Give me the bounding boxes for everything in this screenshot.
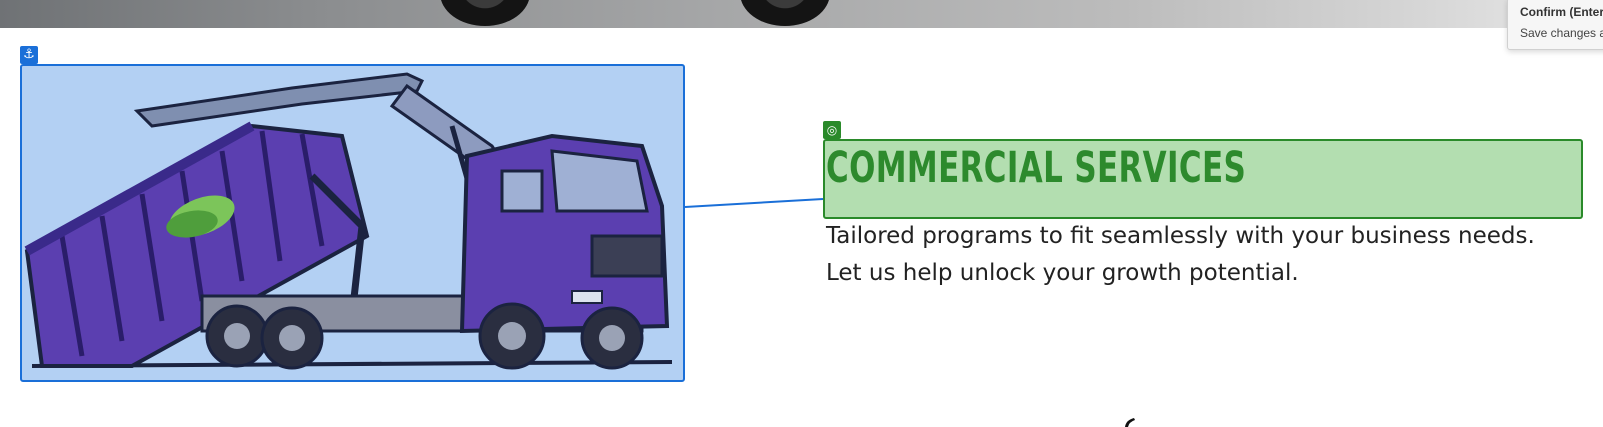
page-title: COMMERCIAL SERVICES [826, 143, 1247, 193]
target-icon[interactable]: ◎ [823, 121, 841, 139]
tooltip-subtitle: Save changes ar [1520, 26, 1603, 40]
anchor-icon[interactable]: ⚓ [20, 46, 38, 64]
illustration-frame[interactable] [20, 64, 685, 382]
hook-lift-truck-illustration [24, 72, 673, 370]
body-line-1: Tailored programs to fit seamlessly with… [826, 223, 1535, 249]
tyre-shape [440, 0, 530, 26]
tyre-shape [740, 0, 830, 26]
cursor-icon [1125, 418, 1135, 427]
confirm-tooltip[interactable]: Confirm (Enter Save changes ar [1507, 0, 1603, 50]
body-text: Tailored programs to fit seamlessly with… [826, 218, 1603, 292]
hero-image-strip [0, 0, 1603, 28]
body-line-2: Let us help unlock your growth potential… [826, 260, 1299, 286]
tooltip-title: Confirm (Enter [1520, 5, 1603, 19]
